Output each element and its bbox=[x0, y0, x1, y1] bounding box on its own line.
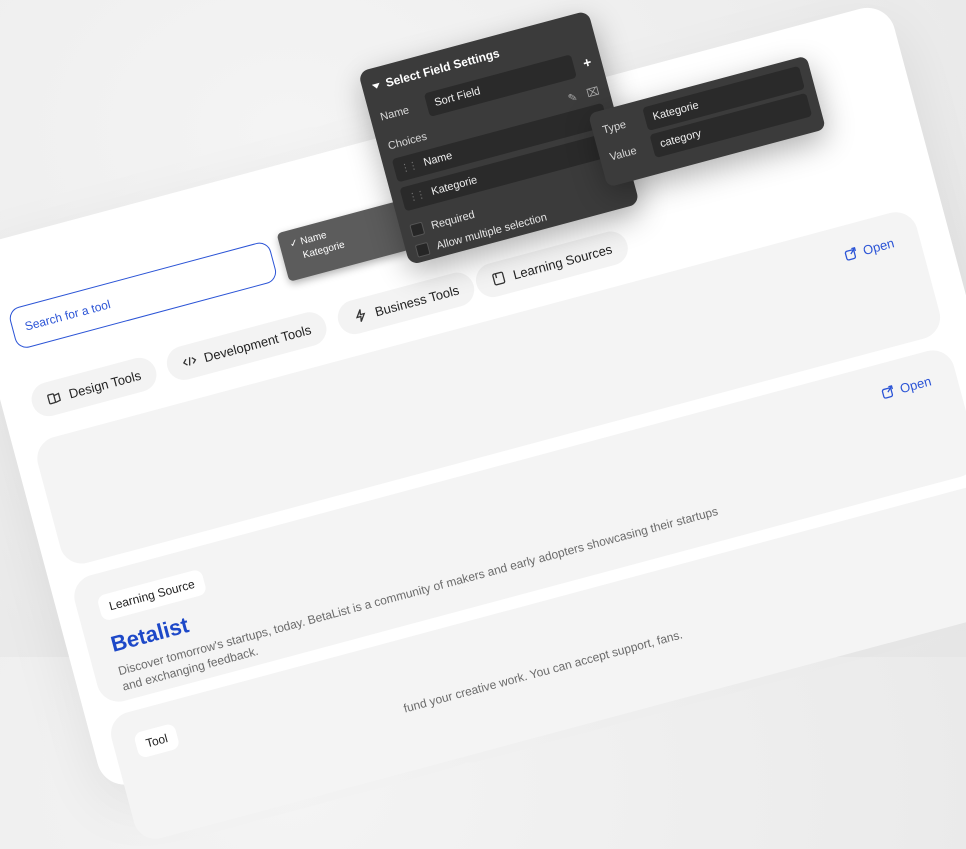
type-value: Kategorie bbox=[651, 99, 701, 124]
drag-handle-icon[interactable]: ⋮⋮ bbox=[399, 160, 417, 175]
tool-description: fund your creative work. You can accept … bbox=[402, 627, 685, 716]
external-link-icon bbox=[844, 246, 857, 261]
name-value: Sort Field bbox=[433, 85, 482, 110]
caret-down-icon bbox=[371, 82, 380, 89]
search-placeholder: Search for a tool bbox=[23, 297, 112, 334]
sort-dropdown-menu[interactable]: ✓ Name Kategorie bbox=[276, 201, 411, 282]
open-link[interactable]: Open bbox=[843, 235, 896, 263]
delete-icon[interactable]: ⌧ bbox=[585, 84, 600, 100]
category-label: Development Tools bbox=[202, 321, 313, 365]
required-label: Required bbox=[429, 208, 476, 232]
category-business-tools[interactable]: Business Tools bbox=[333, 268, 479, 338]
palette-icon bbox=[47, 392, 62, 405]
category-design-tools[interactable]: Design Tools bbox=[27, 353, 161, 420]
tool-badge: Learning Source bbox=[96, 568, 208, 622]
scene: Search for a tool ✓ Name Kategorie Desig… bbox=[0, 0, 966, 844]
bolt-icon bbox=[355, 309, 366, 322]
open-label: Open bbox=[898, 373, 933, 397]
category-label: Learning Sources bbox=[511, 241, 614, 282]
edit-icon[interactable]: ✎ bbox=[567, 90, 579, 105]
type-label: Type bbox=[601, 118, 628, 137]
category-label: Design Tools bbox=[66, 367, 143, 401]
tool-badge: Tool bbox=[133, 722, 181, 759]
code-icon bbox=[182, 357, 197, 366]
open-label: Open bbox=[861, 235, 896, 259]
checkbox-box[interactable] bbox=[414, 241, 431, 258]
choice-label: Kategorie bbox=[430, 174, 479, 198]
plus-icon[interactable]: + bbox=[572, 54, 593, 74]
checkbox-box[interactable] bbox=[409, 221, 426, 238]
drag-handle-icon[interactable]: ⋮⋮ bbox=[407, 189, 425, 204]
value-label: Value bbox=[608, 144, 639, 164]
choice-label: Name bbox=[422, 149, 454, 169]
category-label: Business Tools bbox=[373, 282, 461, 319]
open-link[interactable]: Open bbox=[880, 373, 933, 401]
book-icon bbox=[492, 271, 506, 286]
external-link-icon bbox=[881, 385, 894, 399]
name-label: Name bbox=[379, 104, 411, 124]
value-value: category bbox=[658, 127, 703, 151]
